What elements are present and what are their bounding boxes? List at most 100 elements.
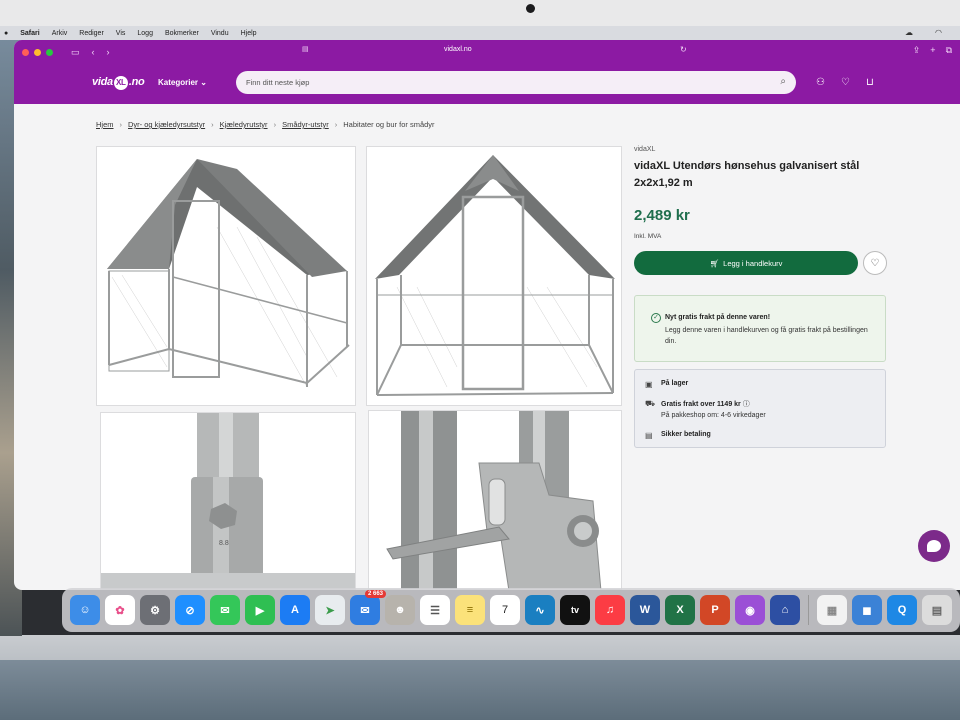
finder-window-icon[interactable]: ◼: [852, 595, 882, 625]
reload-icon[interactable]: ↻: [680, 45, 687, 54]
search-input[interactable]: [236, 71, 736, 94]
wishlist-icon[interactable]: ♡: [841, 77, 850, 88]
safari-icon[interactable]: ⊘: [175, 595, 205, 625]
new-tab-icon[interactable]: +: [930, 45, 935, 56]
screen-bezel-top: [0, 0, 960, 26]
vidaxl-logo[interactable]: vida XL .no: [92, 76, 145, 90]
chat-bubble-icon: [927, 540, 941, 552]
stock-box-icon: ▣: [645, 380, 653, 389]
powerpoint-icon[interactable]: P: [700, 595, 730, 625]
reminders-icon[interactable]: ☰: [420, 595, 450, 625]
freeform-icon[interactable]: ∿: [525, 595, 555, 625]
breadcrumb-pet-supplies[interactable]: Kjæledyrutstyr: [220, 120, 268, 129]
menu-vindu[interactable]: Vindu: [211, 30, 229, 37]
maps-icon[interactable]: ➤: [315, 595, 345, 625]
excel-icon[interactable]: X: [665, 595, 695, 625]
share-icon[interactable]: ⇪: [913, 45, 921, 56]
menu-hjelp[interactable]: Hjelp: [241, 30, 257, 37]
word-icon[interactable]: W: [630, 595, 660, 625]
breadcrumb-animals[interactable]: Dyr- og kjæledyrsutstyr: [128, 120, 205, 129]
mac-menu-bar: ● Safari Arkiv Rediger Vis Logg Bokmerke…: [0, 26, 960, 40]
page-settings-icon[interactable]: ▤: [302, 45, 309, 53]
breadcrumb-home[interactable]: Hjem: [96, 120, 114, 129]
safari-toolbar: ▭ ‹ › ▤ vidaxl.no ↻ ⇪ + ⧉: [14, 40, 960, 64]
apple-tv-icon[interactable]: tv: [560, 595, 590, 625]
product-title: vidaXL Utendørs hønsehus galvanisert stå…: [634, 160, 860, 189]
contacts-icon[interactable]: ☻: [385, 595, 415, 625]
podcasts-icon[interactable]: ◉: [735, 595, 765, 625]
wifi-icon[interactable]: ◠: [935, 28, 942, 37]
chevron-down-icon: ⌄: [200, 78, 207, 87]
minimize-window-button[interactable]: [34, 48, 41, 56]
back-icon[interactable]: ‹: [92, 47, 95, 58]
add-to-cart-button[interactable]: 🛒︎ Legg i handlekurv: [634, 251, 858, 275]
cart-icon: 🛒︎: [709, 258, 720, 268]
address-bar[interactable]: vidaxl.no: [444, 46, 472, 53]
app-store-icon[interactable]: A: [280, 595, 310, 625]
secure-payment-text: Sikker betaling: [661, 431, 711, 438]
pickup-estimate: På pakkeshop om: 4-6 virkedager: [661, 412, 766, 419]
safari-window: ▭ ‹ › ▤ vidaxl.no ↻ ⇪ + ⧉ vida XL .no Kate…: [14, 40, 960, 590]
breadcrumb-separator: ›: [119, 120, 123, 129]
finder-icon[interactable]: ☺: [70, 595, 100, 625]
svg-text:8.8: 8.8: [219, 540, 229, 547]
vat-note: Inkl. MVA: [634, 233, 662, 240]
photos-icon[interactable]: ✿: [105, 595, 135, 625]
cloud-icon[interactable]: ☁: [905, 28, 913, 37]
breadcrumb-separator: ›: [211, 120, 214, 129]
documents-stack-icon[interactable]: ▤: [922, 595, 952, 625]
zoom-window-button[interactable]: [46, 48, 53, 56]
messages-icon[interactable]: ✉: [210, 595, 240, 625]
product-price: 2,489 kr: [634, 207, 690, 224]
sidebar-icon[interactable]: ▭: [71, 47, 80, 58]
downloads-stack-icon[interactable]: ▦: [817, 595, 847, 625]
info-icon[interactable]: ⓘ: [743, 401, 750, 408]
mail-icon[interactable]: ✉ 2 663: [350, 590, 386, 625]
add-to-wishlist-button[interactable]: ♡: [863, 251, 887, 275]
cart-icon[interactable]: ⊔: [866, 77, 874, 88]
heart-icon: ♡: [870, 257, 880, 269]
camera-icon: [526, 4, 535, 13]
check-circle-icon: ✓: [651, 313, 661, 323]
chicken-coop-angled-image: [107, 159, 350, 388]
menu-rediger[interactable]: Rediger: [79, 30, 104, 37]
window-controls: [22, 48, 53, 56]
breadcrumb-small-animals[interactable]: Smådyr-utstyr: [282, 120, 329, 129]
product-image-3[interactable]: 8.8: [100, 412, 356, 590]
account-icon[interactable]: ⚇: [816, 77, 825, 88]
music-icon[interactable]: ♫: [595, 595, 625, 625]
product-image-2[interactable]: [366, 146, 622, 406]
site-header: vidaXL.no Kategorier ⌄ ⌕ ⚇ ♡ ⊔: [14, 64, 960, 104]
calendar-icon[interactable]: 7: [490, 595, 520, 625]
tab-overview-icon[interactable]: ⧉: [946, 45, 952, 56]
free-shipping-promo: ✓ Nyt gratis frakt på denne varen! Legg …: [634, 295, 886, 362]
truck-icon: ⛟: [645, 399, 656, 408]
search-bar: ⌕: [236, 71, 796, 94]
menu-arkiv[interactable]: Arkiv: [52, 30, 68, 37]
settings-icon[interactable]: ⚙: [140, 595, 170, 625]
close-window-button[interactable]: [22, 48, 29, 56]
menu-logg[interactable]: Logg: [137, 30, 153, 37]
menu-safari[interactable]: Safari: [20, 30, 39, 37]
menu-vis[interactable]: Vis: [116, 30, 126, 37]
apple-menu-icon[interactable]: ●: [4, 30, 8, 37]
product-image-1[interactable]: [96, 146, 356, 406]
categories-menu[interactable]: Kategorier ⌄: [158, 78, 207, 87]
breadcrumb-separator: ›: [334, 120, 338, 129]
menu-bokmerker[interactable]: Bokmerker: [165, 30, 199, 37]
shipping-row: ⛟ Gratis frakt over 1149 kr ⓘ På pakkesh…: [645, 399, 766, 419]
preview-scanner-icon[interactable]: ⌂: [770, 595, 800, 625]
notes-icon[interactable]: ≡: [455, 595, 485, 625]
categories-label: Kategorier: [158, 78, 199, 87]
payment-row: ▤ Sikker betaling: [645, 431, 711, 440]
forward-icon[interactable]: ›: [107, 47, 110, 58]
product-brand[interactable]: vidaXL: [634, 146, 655, 153]
logo-circle: XL: [113, 76, 128, 90]
chat-button[interactable]: [918, 530, 950, 562]
promo-body: Legg denne varen i handlekurven og få gr…: [665, 327, 868, 345]
breadcrumb-current: Habitater og bur for smådyr: [343, 120, 435, 129]
quicktime-icon[interactable]: Q: [887, 595, 917, 625]
search-icon[interactable]: ⌕: [780, 76, 786, 87]
product-image-4[interactable]: [368, 410, 622, 590]
facetime-icon[interactable]: ▶: [245, 595, 275, 625]
